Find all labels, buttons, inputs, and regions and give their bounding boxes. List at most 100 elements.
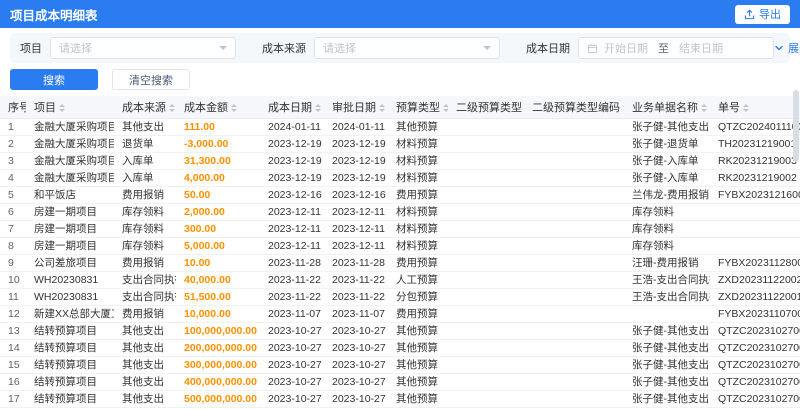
table-row[interactable]: 9 公司差旅项目 费用报销 10.00 2023-11-28 2023-11-28 费用预算… [0,254,800,272]
column-header-source[interactable]: 成本来源 [114,96,176,119]
table-row[interactable]: 17 结转预算项目 其他支出 500,000,000.00 2023-10-27 2023… [0,390,800,408]
column-header-doc_name[interactable]: 业务单据名称 [624,96,710,119]
source-filter-label: 成本来源 [262,43,306,55]
cell-budget_type: 其他预算 [388,339,448,357]
table-row[interactable]: 4 金融大厦采购项目 入库单 4,000.00 2023-12-19 2023-12-19… [0,169,800,187]
cell-no: 11 [0,288,26,306]
clear-search-button[interactable]: 清空搜索 [112,69,190,90]
table-row[interactable]: 2 金融大厦采购项目 退货单 -3,000.00 2023-12-19 2023-12-1… [0,135,800,153]
cell-approval_date: 2023-12-19 [324,135,388,153]
cell-budget_sub_code [524,254,624,272]
cell-no: 8 [0,237,26,255]
sort-icon[interactable] [169,104,175,113]
table-row[interactable]: 12新建XX总部大厦工程二期费用报销10,000.002023-11-07202… [0,305,800,323]
cell-cost_date: 2023-12-19 [260,169,324,187]
cell-amount: 2,000.00 [176,203,260,221]
cell-doc_no: ZXD20231122001 [710,288,800,306]
cell-budget_sub_type [448,186,524,204]
column-header-label: 预算类型 [396,102,440,114]
table-row[interactable]: 14 结转预算项目 其他支出 200,000,000.00 2023-10-27 2023… [0,339,800,357]
sort-icon[interactable] [59,104,65,113]
table-row[interactable]: 16 结转预算项目 其他支出 400,000,000.00 2023-10-27 2023… [0,373,800,391]
source-select[interactable]: 请选择 [314,37,500,59]
table-row[interactable]: 13 结转预算项目 其他支出 100,000,000.00 2023-10-27 2023… [0,322,800,340]
top-bar: 项目成本明细表 导出 [0,0,800,28]
cell-budget_type: 费用预算 [388,254,448,272]
cell-source: 其他支出 [114,373,176,391]
cell-amount: 111.00 [176,118,260,136]
cell-source: 费用报销 [114,305,176,323]
table-row[interactable]: 5 和平饭店 费用报销 50.00 2023-12-16 2023-12-16 费用预算 兰伟… [0,186,800,204]
date-range-picker[interactable]: 开始日期 至 结束日期 [578,37,774,59]
cell-no: 5 [0,186,26,204]
table-row[interactable]: 10WH20230831支出合同执行40,000.002023-11-22202… [0,271,800,289]
cell-budget_sub_code [524,169,624,187]
column-header-cost_date[interactable]: 成本日期 [260,96,324,119]
cell-budget_sub_code [524,390,624,408]
sort-icon[interactable] [701,104,707,113]
cell-source: 库存领料 [114,237,176,255]
cell-budget_sub_code [524,288,624,306]
scrollbar-thumb[interactable] [793,90,799,162]
cell-budget_sub_type [448,390,524,408]
cell-source: 库存领料 [114,203,176,221]
export-button[interactable]: 导出 [735,4,790,24]
table-row[interactable]: 8 房建一期项目 库存领料 5,000.00 2023-12-11 2023-12-11 材… [0,237,800,255]
cell-project: 结转预算项目 [26,322,114,340]
cell-doc_name [624,305,710,323]
cell-project: 房建一期项目 [26,237,114,255]
table-row[interactable]: 6 房建一期项目 库存领料 2,000.00 2023-12-11 2023-12-11 材… [0,203,800,221]
cell-doc_name: 汪珊-费用报销 [624,254,710,272]
cell-budget_type: 其他预算 [388,322,448,340]
project-select[interactable]: 请选择 [50,37,236,59]
cell-doc_name: 张子健-退货单 [624,135,710,153]
cell-no: 12 [0,305,26,323]
sort-icon[interactable] [379,104,385,113]
column-header-budget_type[interactable]: 预算类型 [388,96,448,119]
sort-icon[interactable] [231,104,237,113]
cell-cost_date: 2023-12-16 [260,186,324,204]
search-button[interactable]: 搜索 [10,69,98,90]
cell-doc_name: 张子健-入库单 [624,169,710,187]
cell-budget_sub_type [448,220,524,238]
column-header-project[interactable]: 项目 [26,96,114,119]
cell-budget_type: 材料预算 [388,220,448,238]
column-header-budget_sub_code[interactable]: 二级预算类型编码 [524,96,624,119]
column-header-amount[interactable]: 成本金额 [176,96,260,119]
table-row[interactable]: 3 金融大厦采购项目 入库单 31,300.00 2023-12-19 2023-12-1… [0,152,800,170]
expand-filter-link[interactable]: 展开筛选 [774,40,800,56]
cell-amount: 50.00 [176,186,260,204]
column-header-label: 审批日期 [332,102,376,114]
sort-icon[interactable] [623,104,624,113]
cell-budget_sub_code [524,237,624,255]
cell-project: 金融大厦采购项目 [26,135,114,153]
cell-approval_date: 2024-01-11 [324,118,388,136]
cell-no: 15 [0,356,26,374]
sort-icon[interactable] [743,104,749,113]
column-header-budget_sub_type[interactable]: 二级预算类型 [448,96,524,119]
cell-budget_sub_type [448,237,524,255]
cell-doc_name: 张子健-其他支出 [624,356,710,374]
table-row[interactable]: 15 结转预算项目 其他支出 300,000,000.00 2023-10-27 2023… [0,356,800,374]
cell-cost_date: 2023-10-27 [260,373,324,391]
vertical-scrollbar[interactable] [793,90,799,406]
cell-doc_name: 库存领料 [624,237,710,255]
sort-icon[interactable] [443,104,448,113]
cell-budget_type: 其他预算 [388,373,448,391]
column-header-no[interactable]: 序号 [0,96,26,119]
cell-doc_no: QTZC20240111001 [710,118,800,136]
cell-no: 13 [0,322,26,340]
column-header-approval_date[interactable]: 审批日期 [324,96,388,119]
table-row[interactable]: 1 金融大厦采购项目 其他支出 111.00 2024-01-11 2024-01-11 其… [0,118,800,136]
cell-budget_type: 材料预算 [388,203,448,221]
cell-no: 1 [0,118,26,136]
cell-source: 费用报销 [114,186,176,204]
cell-budget_type: 材料预算 [388,152,448,170]
cell-no: 14 [0,339,26,357]
sort-icon[interactable] [315,104,321,113]
column-header-doc_no[interactable]: 单号 [710,96,800,119]
cell-doc_name: 张子健-其他支出 [624,373,710,391]
table-row[interactable]: 7 房建一期项目 库存领料 300.00 2023-12-11 2023-12-11 材料预… [0,220,800,238]
table-row[interactable]: 11WH20230831支出合同执行51,500.002023-11-22202… [0,288,800,306]
cell-no: 4 [0,169,26,187]
